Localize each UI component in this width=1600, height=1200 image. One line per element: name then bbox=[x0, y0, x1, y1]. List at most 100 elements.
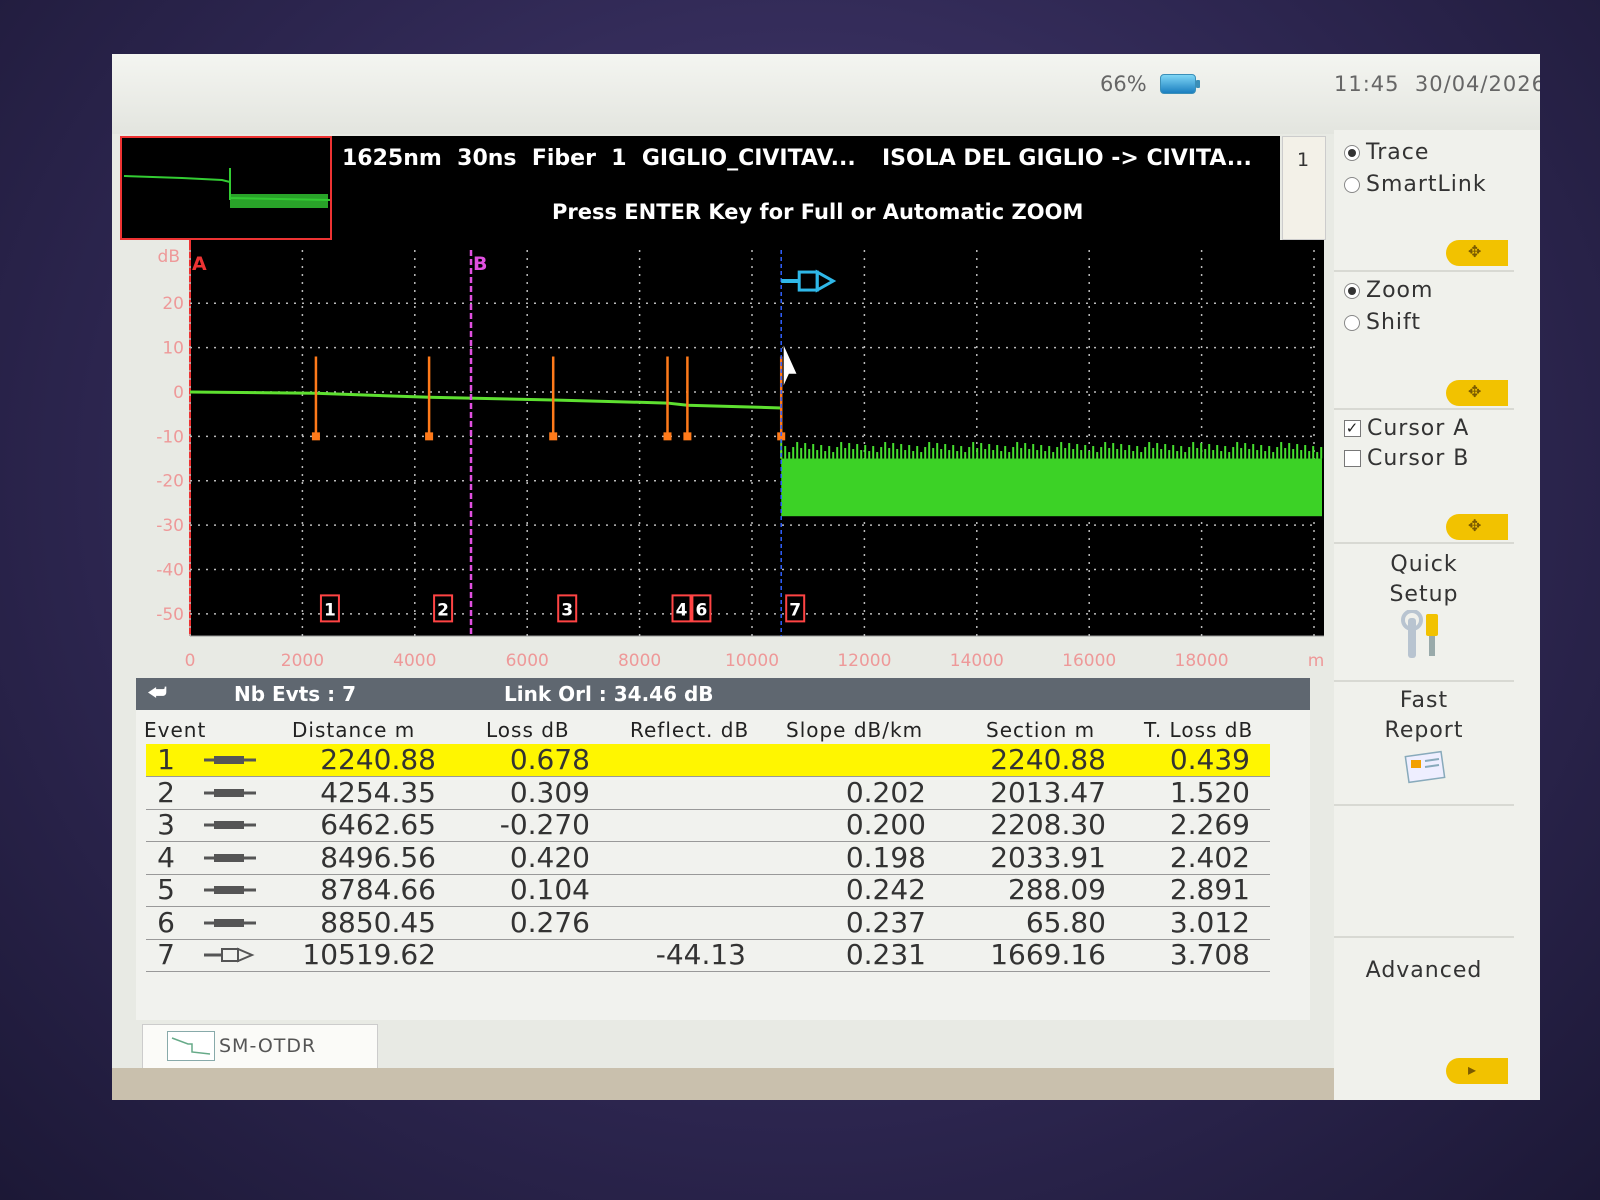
col-slope: Slope dB/km bbox=[786, 718, 924, 742]
page-indicator[interactable]: 1 bbox=[1282, 136, 1326, 240]
table-row[interactable]: 7 10519.62 -44.13 0.231 1669.16 3.708 bbox=[146, 939, 1270, 972]
radio-trace[interactable]: Trace bbox=[1344, 140, 1429, 165]
cell-tloss: 1.520 bbox=[1169, 775, 1250, 809]
cell-event: 7 bbox=[157, 938, 175, 971]
cursor-a-check-icon: ✓ bbox=[1344, 419, 1361, 437]
sm-otdr-tab[interactable]: SM-OTDR bbox=[142, 1024, 378, 1068]
radio-zoom[interactable]: Zoom bbox=[1344, 278, 1433, 303]
event-marker-foot bbox=[663, 432, 672, 441]
battery-level: 66% bbox=[1100, 72, 1147, 96]
y-axis-unit: dB bbox=[158, 247, 180, 267]
cell-loss: 0.678 bbox=[509, 743, 590, 776]
checkbox-cursor-b[interactable]: Cursor B bbox=[1344, 446, 1469, 471]
event-marker-foot bbox=[425, 432, 434, 441]
separator bbox=[1334, 680, 1514, 682]
y-tick-label: -50 bbox=[156, 605, 184, 625]
otdr-tab-icon bbox=[167, 1031, 215, 1061]
quick-setup-button[interactable]: Quick Setup bbox=[1334, 550, 1514, 669]
cell-event: 3 bbox=[157, 808, 175, 841]
advanced-label: Advanced bbox=[1365, 958, 1483, 983]
separator bbox=[1334, 804, 1514, 806]
cell-loss: 0.104 bbox=[509, 873, 590, 906]
splice-event-icon bbox=[204, 918, 256, 927]
cell-distance: 10519.62 bbox=[302, 938, 436, 971]
x-tick-label: 8000 bbox=[618, 651, 661, 671]
y-tick-label: -20 bbox=[156, 472, 184, 492]
trace-overview-thumbnail[interactable] bbox=[120, 136, 332, 240]
cursor-a-label: A bbox=[192, 253, 207, 275]
x-tick-label: 12000 bbox=[837, 651, 891, 671]
table-row[interactable]: 5 8784.66 0.104 0.242 288.09 2.891 bbox=[146, 874, 1270, 907]
x-tick-label: 0 bbox=[185, 651, 196, 671]
fast-report-label-1: Fast bbox=[1399, 688, 1449, 713]
cell-section: 288.09 bbox=[1008, 873, 1106, 906]
battery-icon bbox=[1160, 74, 1200, 94]
cell-loss: 0.309 bbox=[509, 775, 590, 809]
quick-setup-label-1: Quick bbox=[1390, 552, 1458, 577]
page-indicator-number: 1 bbox=[1297, 149, 1310, 171]
y-tick-label: -30 bbox=[156, 516, 184, 536]
y-tick-label: -40 bbox=[156, 560, 184, 580]
table-row[interactable]: 4 8496.56 0.420 0.198 2033.91 2.402 bbox=[146, 840, 1270, 875]
cell-event: 5 bbox=[157, 873, 175, 906]
trace-header: 1625nm 30ns Fiber 1 GIGLIO_CIVITAV... IS… bbox=[120, 136, 1280, 240]
fast-report-button[interactable]: Fast Report bbox=[1334, 686, 1514, 795]
cell-tloss: 3.012 bbox=[1169, 905, 1250, 939]
cell-section: 65.80 bbox=[1025, 905, 1106, 939]
event-label: 7 bbox=[789, 600, 801, 620]
checkbox-cursor-a[interactable]: ✓ Cursor A bbox=[1344, 416, 1469, 441]
events-summary-bar: ⮨ Nb Evts : 7 Link Orl : 34.46 dB bbox=[136, 678, 1310, 710]
radio-shift-label: Shift bbox=[1366, 310, 1422, 335]
event-label: 6 bbox=[695, 600, 707, 620]
cell-slope: 0.242 bbox=[845, 873, 926, 906]
table-row[interactable]: 6 8850.45 0.276 0.237 65.80 3.012 bbox=[146, 905, 1270, 940]
trace-info: 1625nm 30ns Fiber 1 GIGLIO_CIVITAV... bbox=[342, 146, 856, 171]
cell-distance: 6462.65 bbox=[320, 808, 436, 841]
cell-distance: 8496.56 bbox=[320, 840, 436, 874]
next-page-arrow-icon[interactable]: ▸ bbox=[1446, 1058, 1508, 1084]
events-table: Event Distance m Loss dB Reflect. dB Slo… bbox=[136, 710, 1310, 1020]
x-tick-label: 6000 bbox=[506, 651, 549, 671]
radio-smartlink-dot bbox=[1344, 176, 1360, 193]
otdr-screen: 66% 11:45 30/04/2026 1625nm 30ns Fiber 1… bbox=[112, 54, 1540, 1100]
cell-slope: 0.198 bbox=[845, 840, 926, 874]
x-tick-label: 14000 bbox=[950, 651, 1004, 671]
collapse-chevron-icon[interactable]: ⮨ bbox=[148, 680, 167, 704]
cursor-arrows-icon[interactable]: ✥ bbox=[1446, 514, 1508, 540]
clock-date: 30/04/2026 bbox=[1414, 72, 1540, 96]
splice-event-icon bbox=[204, 821, 256, 829]
table-row[interactable]: 3 6462.65 -0.270 0.200 2208.30 2.269 bbox=[146, 809, 1270, 842]
clock: 11:45 30/04/2026 bbox=[1334, 72, 1540, 96]
y-tick-label: 0 bbox=[173, 383, 184, 403]
splice-event-icon bbox=[204, 886, 256, 894]
plot-area bbox=[190, 240, 1324, 636]
cell-loss: 0.420 bbox=[509, 840, 590, 874]
cursor-b-check-icon bbox=[1344, 450, 1361, 467]
table-row[interactable]: 2 4254.35 0.309 0.202 2013.47 1.520 bbox=[146, 775, 1270, 810]
zoom-arrows-icon[interactable]: ✥ bbox=[1446, 380, 1508, 406]
cell-loss: 0.276 bbox=[509, 905, 590, 939]
cell-slope: 0.200 bbox=[845, 808, 926, 841]
bottom-strip bbox=[112, 1068, 1334, 1100]
cell-reflect: -44.13 bbox=[655, 938, 746, 971]
advanced-button[interactable]: Advanced bbox=[1334, 956, 1514, 986]
cell-section: 1669.16 bbox=[990, 938, 1106, 971]
cell-event: 6 bbox=[157, 905, 175, 939]
cell-event: 2 bbox=[157, 775, 175, 809]
route-label: ISOLA DEL GIGLIO -> CIVITA... bbox=[882, 146, 1252, 171]
fast-report-label-2: Report bbox=[1384, 718, 1464, 743]
x-tick-label: 10000 bbox=[725, 651, 779, 671]
radio-shift-dot bbox=[1344, 314, 1360, 331]
radio-smartlink[interactable]: SmartLink bbox=[1344, 172, 1487, 197]
radio-shift[interactable]: Shift bbox=[1344, 310, 1421, 335]
cell-distance: 4254.35 bbox=[320, 775, 436, 809]
clock-time: 11:45 bbox=[1334, 72, 1400, 96]
trace-arrows-icon[interactable]: ✥ bbox=[1446, 240, 1508, 266]
cell-section: 2033.91 bbox=[990, 840, 1106, 874]
fiber-end-icon bbox=[204, 947, 255, 963]
trace-chart-svg[interactable]: 0 2000 4000 6000 8000 10000 12000 14000 16000 180… bbox=[128, 240, 1326, 680]
table-row[interactable]: 1 2240.88 0.678 2240.88 0.439 bbox=[146, 744, 1270, 777]
otdr-trace-chart[interactable]: 0 2000 4000 6000 8000 10000 12000 14000 16000 180… bbox=[128, 240, 1326, 680]
cell-slope: 0.231 bbox=[845, 938, 926, 971]
splice-event-icon bbox=[204, 756, 256, 764]
